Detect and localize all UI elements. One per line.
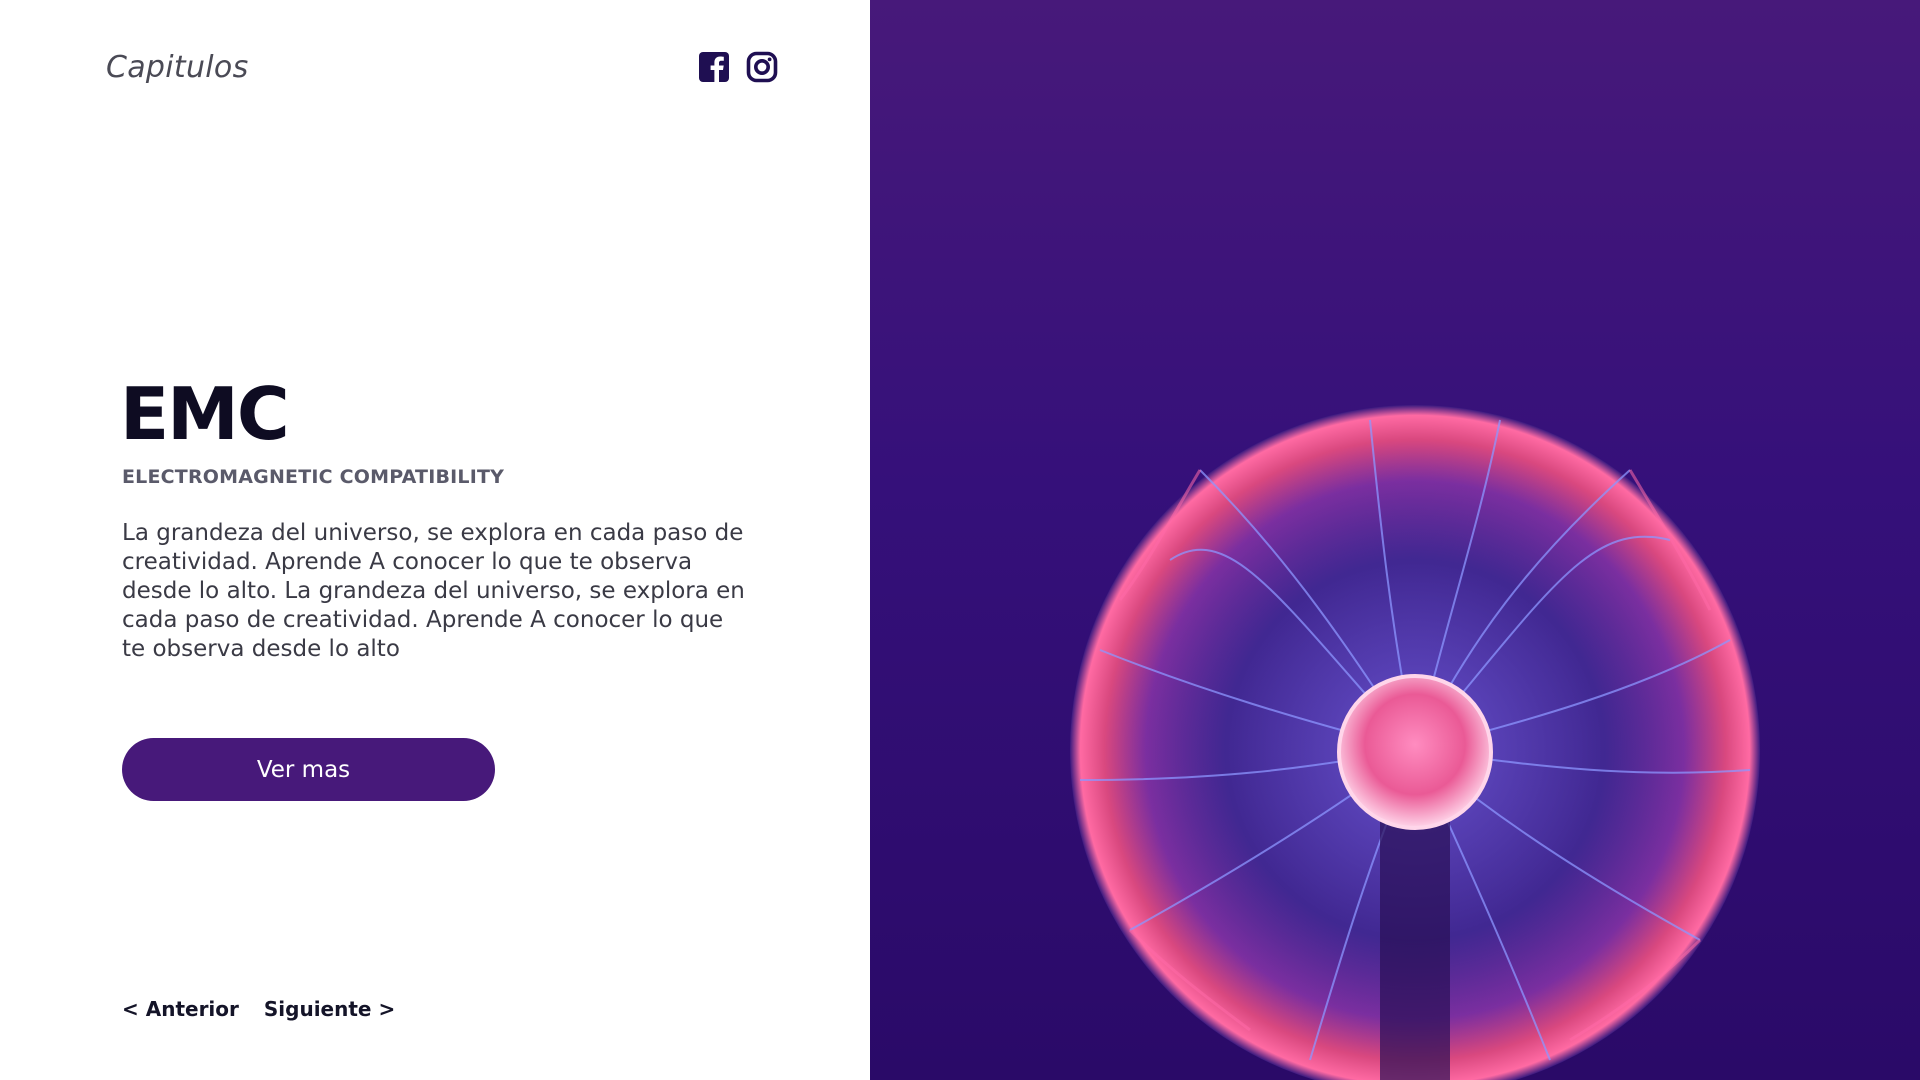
content-panel: Capitulos EMC ELECTROMAGNETIC COMPATIBIL… [0, 0, 870, 1080]
page-subtitle: ELECTROMAGNETIC COMPATIBILITY [122, 466, 505, 488]
next-link[interactable]: Siguiente > [264, 997, 395, 1021]
page-title: EMC [120, 372, 290, 456]
previous-link[interactable]: < Anterior [122, 997, 239, 1021]
image-panel [870, 0, 1920, 1080]
description-text: La grandeza del universo, se explora en … [122, 520, 745, 662]
see-more-button[interactable]: Ver mas [122, 738, 495, 801]
pagination: < Anterior Siguiente > [122, 997, 395, 1021]
brand-title[interactable]: Capitulos [106, 50, 249, 85]
facebook-icon[interactable] [698, 50, 730, 84]
plasma-ball-image [1070, 405, 1760, 1080]
instagram-icon[interactable] [746, 50, 778, 84]
social-links [698, 50, 778, 84]
